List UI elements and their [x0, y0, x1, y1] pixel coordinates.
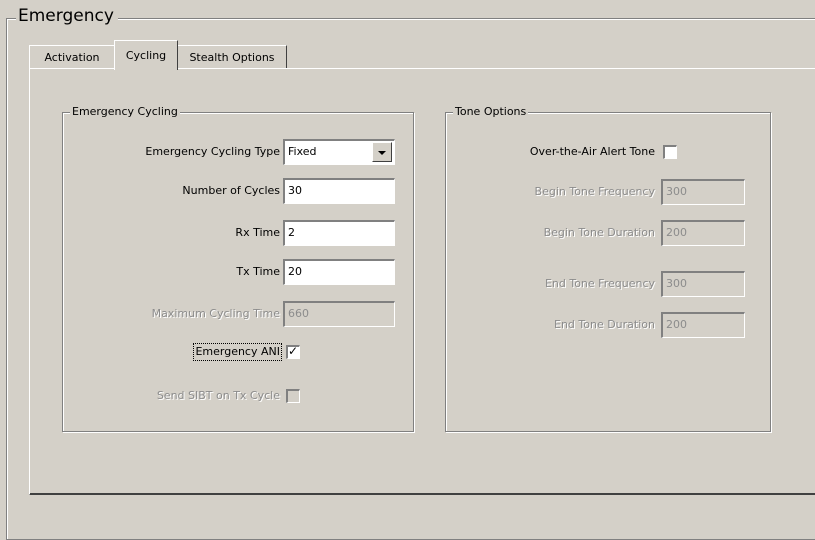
tab-cycling[interactable]: Cycling [114, 40, 178, 70]
send-sibt-label: Send SIBT on Tx Cycle [156, 389, 280, 402]
emergency-ani-label[interactable]: Emergency ANI [193, 343, 282, 361]
send-sibt-checkbox [286, 389, 300, 403]
max-cycling-time-input: 660 [283, 301, 395, 327]
end-tone-frequency-input: 300 [661, 271, 745, 297]
tx-time-input[interactable]: 20 [283, 259, 395, 285]
alert-tone-label: Over-the-Air Alert Tone [529, 145, 655, 158]
begin-tone-duration-input: 200 [661, 220, 745, 246]
tx-time-label: Tx Time [236, 265, 280, 278]
emergency-ani-checkbox[interactable]: ✓ [286, 344, 300, 359]
alert-tone-checkbox[interactable] [663, 145, 677, 159]
tab-activation[interactable]: Activation [29, 45, 115, 69]
rx-time-label: Rx Time [235, 226, 280, 239]
checkmark-icon: ✓ [288, 344, 299, 358]
begin-tone-frequency-input: 300 [661, 179, 745, 205]
cycling-type-value: Fixed [288, 145, 317, 158]
cycling-type-label: Emergency Cycling Type [145, 145, 280, 158]
end-tone-frequency-label: End Tone Frequency [544, 277, 655, 290]
number-of-cycles-label: Number of Cycles [182, 184, 280, 197]
emergency-group-title: Emergency [16, 4, 118, 28]
begin-tone-duration-label: Begin Tone Duration [543, 226, 655, 239]
rx-time-input[interactable]: 2 [283, 220, 395, 246]
chevron-down-icon[interactable] [372, 142, 392, 162]
begin-tone-frequency-label: Begin Tone Frequency [534, 185, 655, 198]
end-tone-duration-input: 200 [661, 312, 745, 338]
tone-options-title: Tone Options [453, 105, 529, 119]
cycling-type-select[interactable]: Fixed [283, 139, 395, 165]
number-of-cycles-input[interactable]: 30 [283, 178, 395, 204]
max-cycling-time-label: Maximum Cycling Time [151, 307, 280, 320]
tab-stealth-options[interactable]: Stealth Options [177, 45, 287, 69]
emergency-cycling-title: Emergency Cycling [70, 105, 180, 119]
end-tone-duration-label: End Tone Duration [554, 318, 655, 331]
